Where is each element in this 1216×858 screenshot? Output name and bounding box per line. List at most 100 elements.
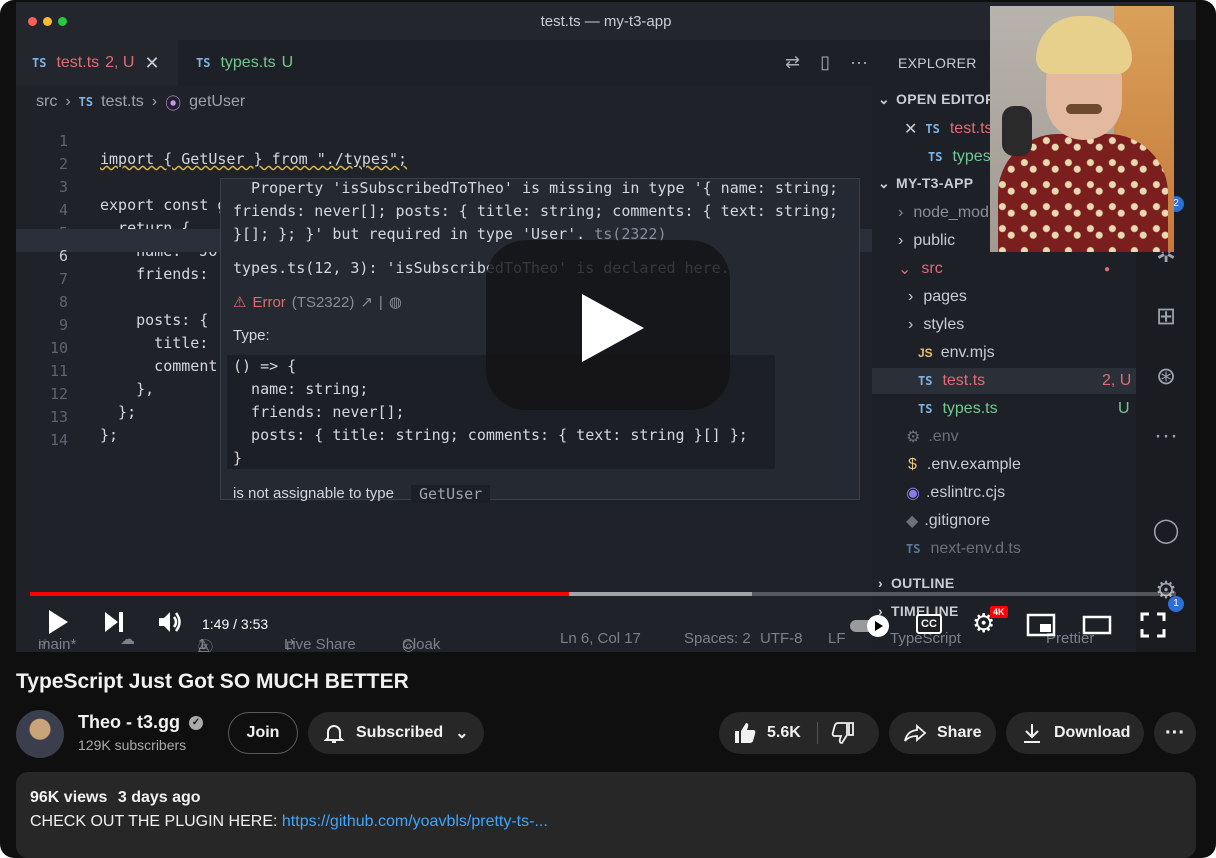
tree-file[interactable]: TS types.ts U <box>872 396 1136 422</box>
more-horizontal-icon: ··· <box>1165 721 1185 744</box>
modified-dot-icon: ● <box>1104 263 1111 275</box>
git-icon: ◆ <box>906 513 919 530</box>
progress-bar[interactable] <box>30 592 1176 596</box>
fullscreen-icon[interactable] <box>1140 612 1166 638</box>
description-text: CHECK OUT THE PLUGIN HERE: https://githu… <box>30 813 548 830</box>
hover-message: Property 'isSubscribedToTheo' is missing… <box>233 179 839 197</box>
play-icon[interactable] <box>46 608 70 636</box>
type-label: Type: <box>233 327 270 344</box>
subscriber-count: 129K subscribers <box>78 737 187 753</box>
description-box[interactable]: 96K views 3 days ago CHECK OUT THE PLUGI… <box>16 772 1196 858</box>
channel-name[interactable]: Theo - t3.gg ✓ <box>78 712 204 733</box>
globe-icon[interactable]: ◍ <box>389 293 402 311</box>
typescript-icon: TS <box>918 374 933 388</box>
warning-icon: ⚠ <box>233 294 247 311</box>
typescript-icon: TS <box>925 122 940 136</box>
hover-error-row: ⚠ Error (TS2322) ↗ | ◍ <box>233 293 402 312</box>
tree-file[interactable]: JS env.mjs <box>872 340 1136 366</box>
channel-avatar[interactable] <box>16 710 64 758</box>
javascript-icon: JS <box>918 346 933 360</box>
typescript-icon: TS <box>78 95 94 109</box>
share-icon <box>904 724 927 742</box>
more-icon[interactable]: ··· <box>1150 422 1182 454</box>
git-graph-icon[interactable]: ⊛ <box>1150 362 1182 394</box>
editor-tab-bar: TS test.ts 2, U ✕ TS types.ts U ⇄ ▯ ··· <box>16 40 886 86</box>
tab-types-ts: TS types.ts U <box>180 40 320 86</box>
tab-status: U <box>281 54 294 71</box>
tree-file[interactable]: ◆ .gitignore <box>872 508 1136 534</box>
volume-icon[interactable] <box>156 608 184 636</box>
tab-label: types.ts <box>220 54 276 71</box>
chevron-right-icon: › <box>878 575 883 591</box>
dislike-button[interactable] <box>831 721 855 745</box>
join-button[interactable]: Join <box>228 712 298 754</box>
chevron-right-icon: › <box>908 316 914 333</box>
verified-icon: ✓ <box>189 716 204 731</box>
more-actions-icon: ··· <box>850 52 868 72</box>
tree-file[interactable]: ⚙ .env <box>872 424 1136 450</box>
video-player[interactable]: test.ts — my-t3-app TS test.ts 2, U ✕ TS… <box>16 2 1196 652</box>
code-line: 2 <box>58 155 68 173</box>
account-icon[interactable]: ◯ <box>1150 516 1182 548</box>
tree-file[interactable]: $ .env.example <box>872 452 1136 478</box>
time-display: 1:49 / 3:53 <box>202 616 269 632</box>
divider <box>817 722 818 744</box>
error-code: (TS2322) <box>291 293 355 311</box>
play-icon <box>582 294 644 362</box>
breadcrumb-folder: src <box>36 93 58 110</box>
breadcrumb-file: test.ts <box>101 93 144 110</box>
typescript-icon: TS <box>918 402 933 416</box>
player-controls: 1:49 / 3:53 CC ⚙ 4K <box>16 602 1196 650</box>
like-dislike-group: 5.6K <box>719 712 879 754</box>
youtube-watch-page: test.ts — my-t3-app TS test.ts 2, U ✕ TS… <box>0 0 1216 858</box>
tab-label: test.ts <box>56 54 100 71</box>
captions-button[interactable]: CC <box>916 614 942 634</box>
chevron-down-icon: ⌄ <box>878 174 891 191</box>
thumbs-up-icon <box>735 723 756 743</box>
compare-changes-icon: ⇄ <box>785 52 801 72</box>
split-editor-icon: ▯ <box>820 52 831 72</box>
chevron-down-icon: ⌄ <box>898 261 912 278</box>
tree-folder-open[interactable]: ⌄ src ● <box>872 256 1136 282</box>
download-icon <box>1024 724 1040 743</box>
autoplay-toggle[interactable] <box>850 614 892 638</box>
chevron-down-icon: ⌄ <box>878 90 891 107</box>
webcam-overlay <box>990 6 1174 252</box>
tree-file[interactable]: TS next-env.d.ts <box>872 536 1136 562</box>
chevron-right-icon: › <box>65 93 71 110</box>
tree-folder[interactable]: › pages <box>872 284 1136 310</box>
view-count: 96K views <box>30 789 108 806</box>
extensions-icon[interactable]: ⊞ <box>1150 302 1182 334</box>
like-button[interactable]: 5.6K <box>719 712 817 754</box>
external-link-icon[interactable]: ↗ <box>360 293 373 311</box>
chevron-right-icon: › <box>908 288 914 305</box>
editor-actions: ⇄ ▯ ··· <box>785 52 868 73</box>
eslint-icon: ◉ <box>906 485 920 502</box>
miniplayer-icon[interactable] <box>1026 613 1056 637</box>
play-button-overlay[interactable] <box>486 240 730 410</box>
chevron-right-icon: › <box>898 204 904 221</box>
typescript-icon: TS <box>928 150 943 164</box>
share-button[interactable]: Share <box>889 712 996 754</box>
subscribed-button[interactable]: Subscribed ⌄ <box>308 712 484 754</box>
tree-folder[interactable]: › styles <box>872 312 1136 338</box>
close-icon: ✕ <box>144 52 160 73</box>
theater-mode-icon[interactable] <box>1082 613 1112 637</box>
next-icon[interactable] <box>102 608 126 636</box>
quality-badge: 4K <box>990 606 1008 618</box>
upload-date: 3 days ago <box>117 789 201 806</box>
download-button[interactable]: Download <box>1006 712 1144 754</box>
progress-played <box>30 592 569 596</box>
error-label: Error <box>252 293 286 311</box>
chevron-down-icon: ⌄ <box>455 725 469 742</box>
more-actions-button[interactable]: ··· <box>1154 712 1196 754</box>
chevron-right-icon: › <box>151 93 158 110</box>
gear-icon: ⚙ <box>906 429 921 446</box>
hover-message: friends: never[]; posts: { title: string… <box>233 202 839 220</box>
dollar-icon: $ <box>908 456 917 473</box>
description-link[interactable]: https://github.com/yoavbls/pretty-ts-... <box>282 813 548 830</box>
tree-file-selected[interactable]: TS test.ts 2, U <box>872 368 1136 394</box>
tree-file[interactable]: ◉ .eslintrc.cjs <box>872 480 1136 506</box>
divider: | <box>378 293 383 311</box>
video-title: TypeScript Just Got SO MUCH BETTER <box>16 670 409 693</box>
